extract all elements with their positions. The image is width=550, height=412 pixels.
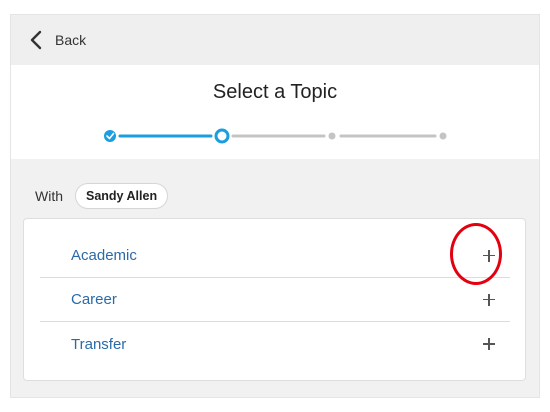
progress-stepper bbox=[104, 128, 447, 144]
advisor-chip: Sandy Allen bbox=[75, 183, 169, 209]
plus-icon[interactable] bbox=[478, 289, 500, 311]
step-4-dot bbox=[439, 132, 447, 140]
step-1-complete-icon bbox=[104, 130, 116, 142]
step-2-current-icon bbox=[214, 128, 230, 144]
with-row: With Sandy Allen bbox=[35, 183, 169, 209]
with-label: With bbox=[35, 188, 63, 204]
topic-label[interactable]: Transfer bbox=[71, 336, 126, 353]
header-panel: Select a Topic bbox=[11, 65, 539, 159]
step-3-dot bbox=[328, 132, 336, 140]
topic-label[interactable]: Career bbox=[71, 291, 117, 308]
topic-row-academic[interactable]: Academic bbox=[40, 234, 510, 278]
topic-list-card: Academic Career Transfer bbox=[23, 218, 526, 381]
highlight-circle-annotation bbox=[450, 223, 502, 285]
back-label: Back bbox=[55, 32, 87, 48]
topic-row-transfer[interactable]: Transfer bbox=[40, 322, 510, 366]
topic-label[interactable]: Academic bbox=[71, 247, 137, 264]
page-title: Select a Topic bbox=[212, 81, 338, 103]
plus-icon[interactable] bbox=[478, 333, 500, 355]
top-bar: Back bbox=[11, 15, 539, 65]
app-frame: Back Select a Topic With Sandy Allen Aca… bbox=[10, 14, 540, 398]
chevron-left-icon bbox=[30, 30, 42, 50]
back-button[interactable]: Back bbox=[29, 29, 86, 51]
topic-row-career[interactable]: Career bbox=[40, 278, 510, 322]
